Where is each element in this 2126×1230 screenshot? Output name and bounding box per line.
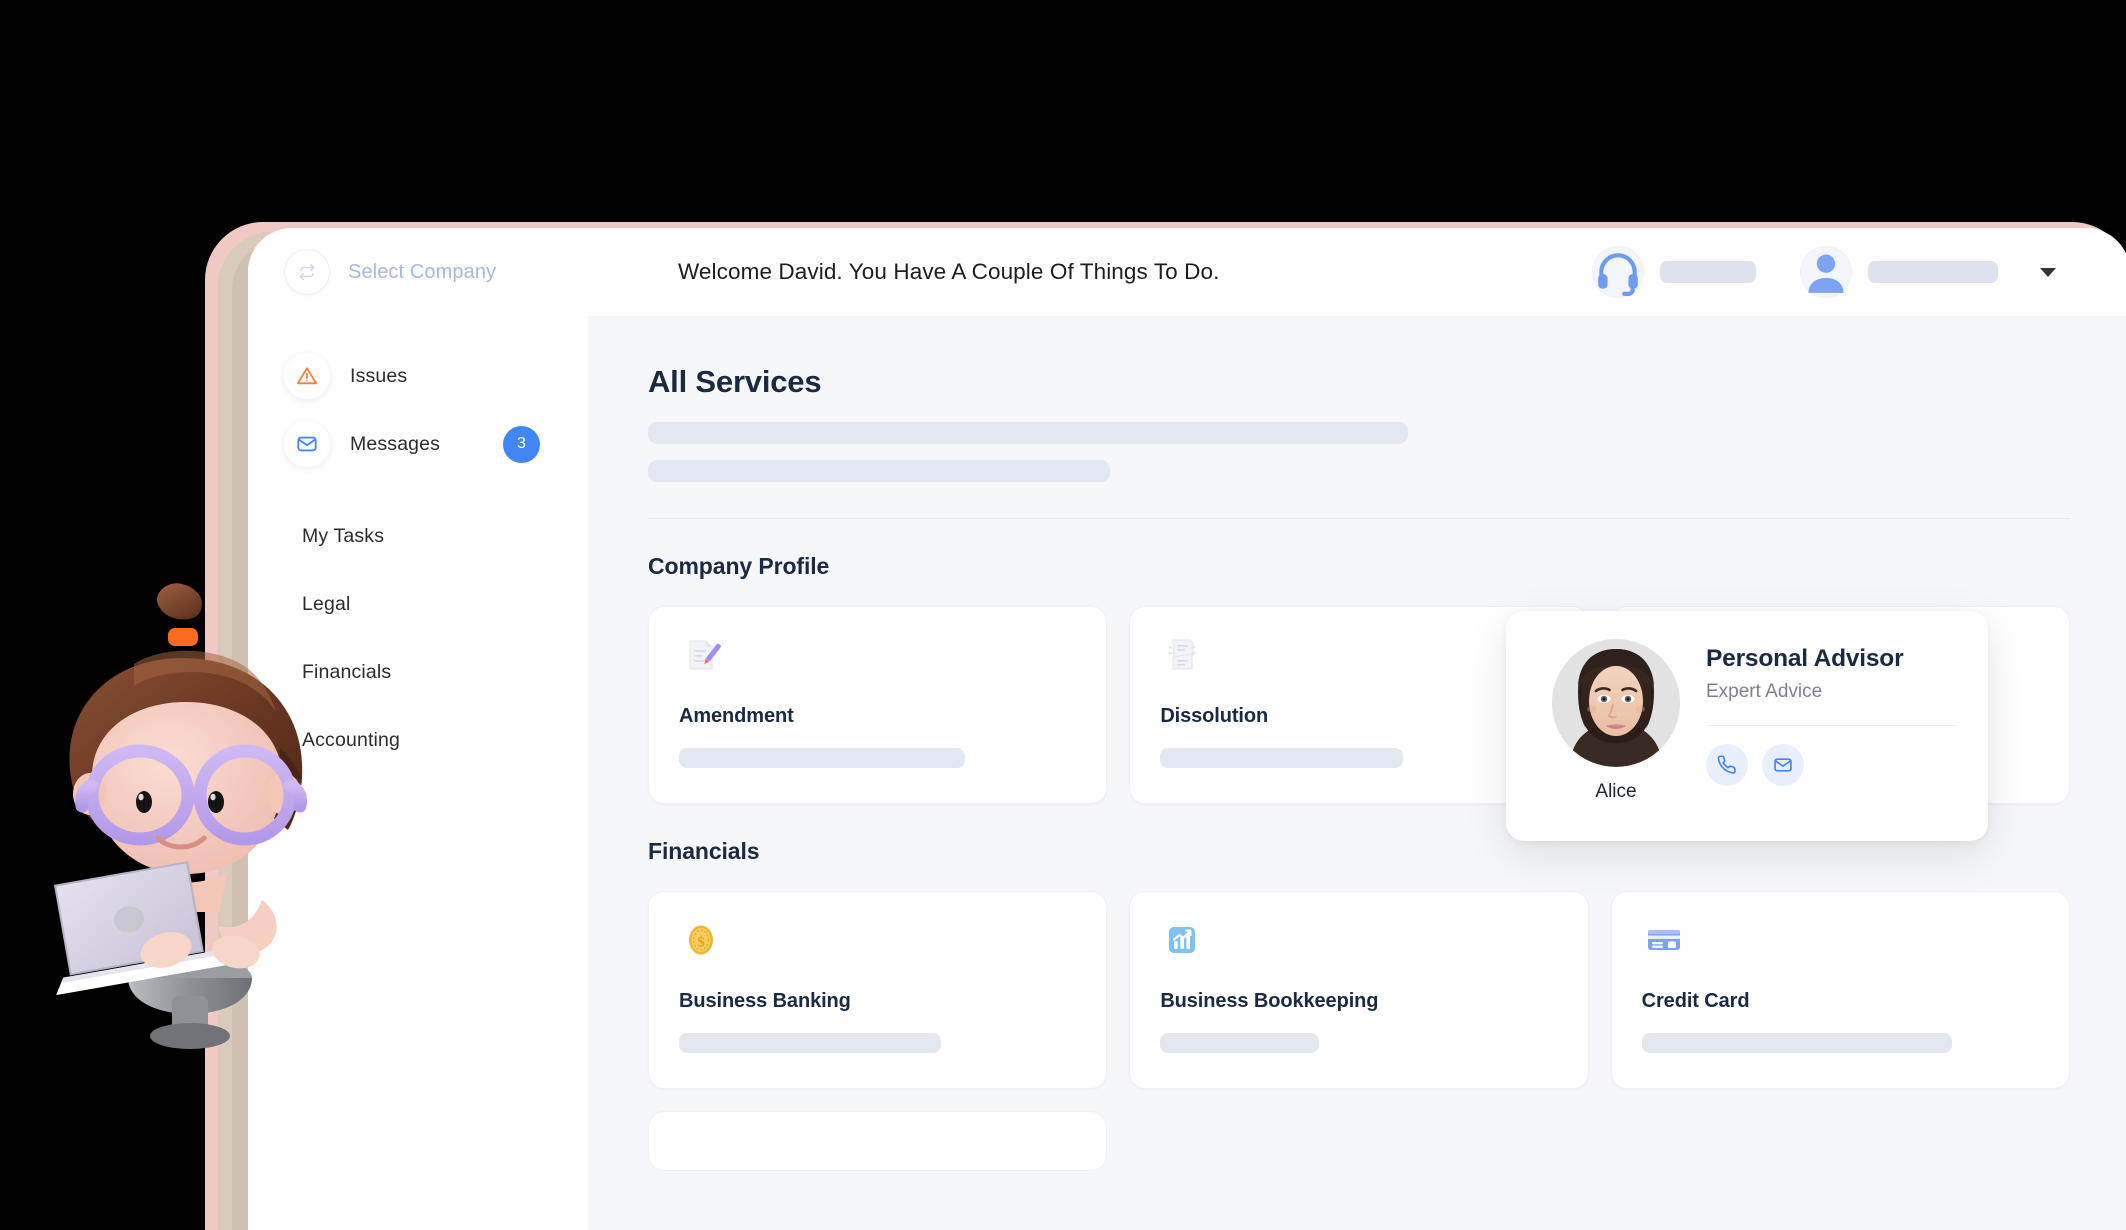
service-card-title: Amendment bbox=[679, 705, 794, 727]
sidebar-item-label: Accounting bbox=[302, 728, 400, 751]
chart-growth-icon bbox=[1160, 918, 1206, 964]
sidebar-item-label: Messages bbox=[350, 432, 441, 455]
sidebar: Issues Messages 3 My Tasks Legal Financi… bbox=[248, 316, 588, 1230]
document-pencil-icon bbox=[679, 633, 725, 679]
service-card-credit-card[interactable]: Credit Card bbox=[1610, 891, 2070, 1089]
service-card-skeleton bbox=[1160, 748, 1403, 768]
service-card-title: Business Bookkeeping bbox=[1160, 990, 1379, 1012]
warning-triangle-icon bbox=[284, 353, 330, 399]
service-card-skeleton bbox=[679, 748, 966, 768]
service-card-partial[interactable] bbox=[648, 1111, 1108, 1171]
page-subtitle-skeleton-2 bbox=[648, 460, 1110, 482]
user-account-chip[interactable] bbox=[1800, 246, 2056, 298]
headset-icon[interactable] bbox=[1592, 246, 1644, 298]
service-grid-next-row-partial bbox=[648, 1111, 2070, 1171]
credit-card-icon bbox=[1642, 918, 1688, 964]
sidebar-item-label: My Tasks bbox=[302, 524, 385, 547]
caret-down-icon[interactable] bbox=[2040, 267, 2056, 277]
screenshot-stage: Select Company Welcome David. You Have A… bbox=[0, 0, 2126, 1230]
service-card-amendment[interactable]: Amendment bbox=[648, 606, 1108, 804]
sidebar-item-messages[interactable]: Messages 3 bbox=[248, 410, 588, 478]
sidebar-item-accounting[interactable]: Accounting bbox=[248, 706, 588, 774]
service-card-title: Credit Card bbox=[1641, 990, 1750, 1012]
advisor-name: Alice bbox=[1595, 781, 1637, 802]
advisor-divider bbox=[1706, 725, 1958, 726]
phone-icon[interactable] bbox=[1706, 744, 1748, 786]
envelope-icon[interactable] bbox=[1762, 744, 1804, 786]
service-card-title: Business Banking bbox=[679, 990, 851, 1012]
company-selector[interactable]: Select Company bbox=[248, 249, 588, 295]
top-bar-actions bbox=[1592, 246, 2126, 298]
advisor-title: Personal Advisor bbox=[1706, 645, 1904, 672]
sidebar-item-my-tasks[interactable]: My Tasks bbox=[248, 502, 588, 570]
refresh-swap-icon[interactable] bbox=[284, 249, 330, 295]
support-label-skeleton bbox=[1660, 261, 1756, 283]
content-divider bbox=[648, 518, 2070, 519]
sidebar-item-legal[interactable]: Legal bbox=[248, 570, 588, 638]
service-card-skeleton bbox=[679, 1033, 942, 1053]
sidebar-item-issues[interactable]: Issues bbox=[248, 342, 588, 410]
personal-advisor-card[interactable]: Alice Personal Advisor Expert Advice bbox=[1506, 611, 1988, 841]
page-title: All Services bbox=[648, 364, 822, 399]
envelope-icon bbox=[284, 421, 330, 467]
advisor-avatar bbox=[1552, 639, 1680, 767]
service-grid-financials: $ Business Banking Business Bookkeeping … bbox=[648, 891, 2070, 1089]
advisor-identity: Alice bbox=[1536, 639, 1696, 813]
svg-text:$: $ bbox=[697, 935, 705, 951]
page-subtitle-skeleton bbox=[648, 422, 1408, 444]
messages-badge: 3 bbox=[503, 425, 540, 463]
service-card-title: Dissolution bbox=[1160, 705, 1269, 727]
top-bar: Select Company Welcome David. You Have A… bbox=[248, 228, 2126, 316]
advisor-subtitle: Expert Advice bbox=[1706, 681, 1823, 702]
gold-coin-icon: $ bbox=[679, 918, 725, 964]
service-card-skeleton bbox=[1641, 1033, 1952, 1053]
advisor-details: Personal Advisor Expert Advice bbox=[1696, 639, 1958, 813]
company-selector-label: Select Company bbox=[348, 260, 497, 283]
service-card-business-banking[interactable]: $ Business Banking bbox=[648, 891, 1108, 1089]
service-card-skeleton bbox=[1160, 1033, 1320, 1053]
sidebar-item-label: Issues bbox=[350, 364, 408, 387]
sidebar-item-financials[interactable]: Financials bbox=[248, 638, 588, 706]
section-title-financials: Financials bbox=[648, 838, 760, 864]
user-avatar-icon[interactable] bbox=[1800, 246, 1852, 298]
username-skeleton bbox=[1868, 261, 1998, 283]
support-chip[interactable] bbox=[1592, 246, 1756, 298]
section-title-company-profile: Company Profile bbox=[648, 553, 830, 579]
sidebar-item-label: Legal bbox=[302, 592, 351, 615]
welcome-message: Welcome David. You Have A Couple Of Thin… bbox=[678, 259, 1220, 284]
app-window: Select Company Welcome David. You Have A… bbox=[248, 228, 2126, 1230]
sidebar-item-label: Financials bbox=[302, 660, 392, 683]
advisor-actions bbox=[1706, 744, 1958, 786]
service-card-business-bookkeeping[interactable]: Business Bookkeeping bbox=[1129, 891, 1589, 1089]
torn-document-icon bbox=[1160, 633, 1206, 679]
